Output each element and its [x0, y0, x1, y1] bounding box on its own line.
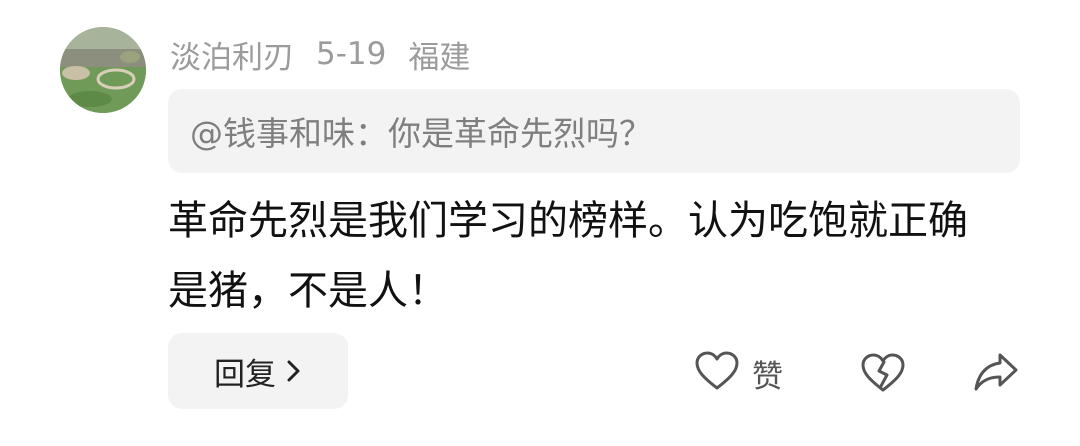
- username[interactable]: 淡泊利刃: [170, 32, 294, 77]
- like-button[interactable]: 赞: [694, 350, 783, 396]
- share-arrow-icon: [972, 353, 1020, 398]
- dislike-button[interactable]: [860, 352, 906, 398]
- comment-body: 革命先烈是我们学习的榜样。认为吃饱就正确是猪，不是人！: [168, 198, 968, 314]
- avatar[interactable]: [60, 27, 146, 113]
- heart-outline-icon: [694, 350, 740, 396]
- comment-date: 5-19: [316, 36, 387, 72]
- reply-button-label: 回复: [214, 356, 276, 393]
- reply-button[interactable]: 回复: [168, 333, 348, 409]
- share-button[interactable]: [972, 350, 1020, 398]
- like-label: 赞: [752, 358, 783, 395]
- quoted-reply-text: @钱事和味：你是革命先烈吗？: [190, 114, 652, 153]
- comment-item: 淡泊利刃 5-19 福建 @钱事和味：你是革命先烈吗？ 革命先烈是我们学习的榜样…: [0, 0, 1080, 446]
- comment-location: 福建: [408, 39, 471, 76]
- broken-heart-icon: [860, 353, 906, 398]
- quoted-reply[interactable]: @钱事和味：你是革命先烈吗？: [168, 89, 1020, 173]
- comment-meta: 淡泊利刃 5-19 福建: [170, 32, 492, 76]
- chevron-right-icon: [286, 358, 302, 384]
